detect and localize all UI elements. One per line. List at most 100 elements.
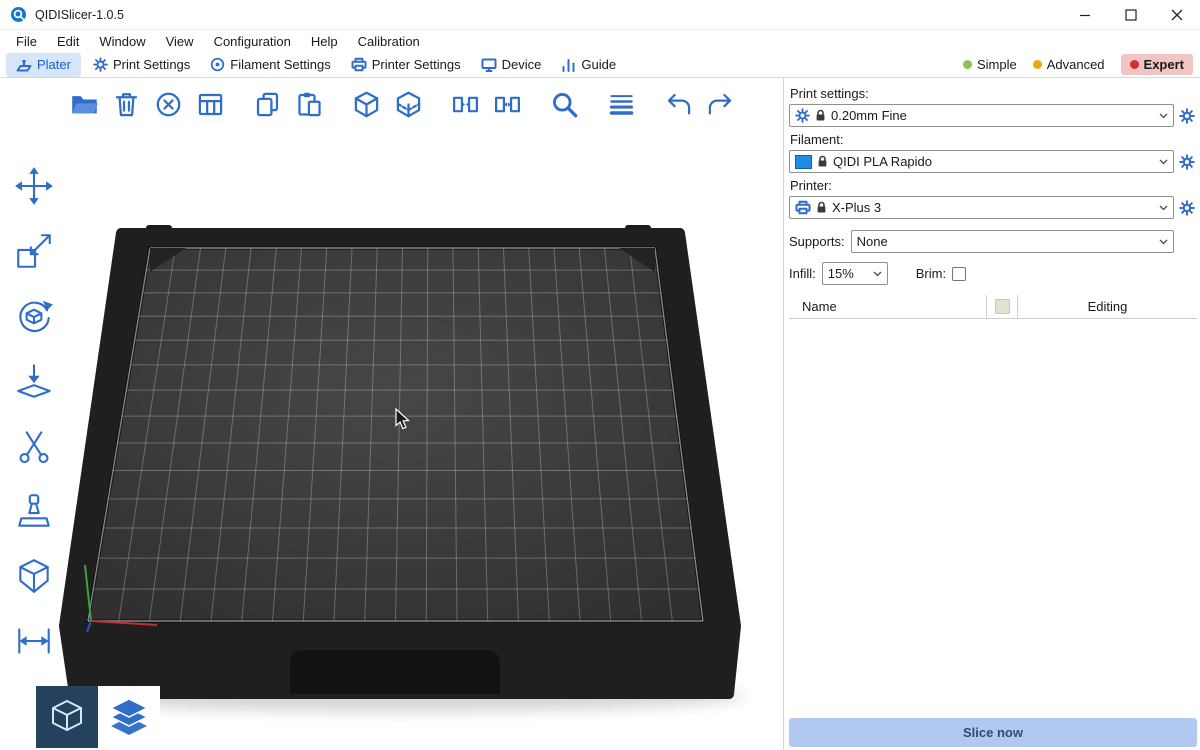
tab-print-settings[interactable]: Print Settings — [83, 53, 200, 77]
brim-label: Brim: — [916, 266, 946, 281]
rotate-tool-button[interactable] — [6, 288, 62, 344]
menu-edit[interactable]: Edit — [47, 30, 89, 52]
paste-button[interactable] — [291, 86, 327, 122]
device-monitor-icon — [481, 58, 497, 72]
plater-toolbar — [66, 86, 744, 122]
measure-icon — [13, 620, 55, 662]
rotate-icon — [13, 295, 55, 337]
copy-button[interactable] — [249, 86, 285, 122]
slice-now-button[interactable]: Slice now — [789, 718, 1197, 747]
scale-tool-button[interactable] — [6, 223, 62, 279]
move-icon — [13, 165, 55, 207]
open-folder-icon — [70, 90, 99, 119]
lock-icon — [815, 109, 826, 122]
mode-simple[interactable]: Simple — [963, 57, 1017, 72]
tab-plater[interactable]: Plater — [6, 53, 81, 77]
tab-guide-label: Guide — [581, 57, 616, 72]
remove-instance-button[interactable] — [489, 86, 525, 122]
variable-layer-height-button[interactable] — [603, 86, 639, 122]
editor-cube-icon — [47, 697, 87, 737]
tab-printer-settings[interactable]: Printer Settings — [341, 53, 471, 77]
mode-expert-label: Expert — [1144, 57, 1184, 72]
menu-help[interactable]: Help — [301, 30, 348, 52]
mode-advanced-label: Advanced — [1047, 57, 1105, 72]
menu-calibration[interactable]: Calibration — [348, 30, 430, 52]
print-settings-icon — [93, 57, 108, 72]
tab-guide[interactable]: Guide — [551, 53, 626, 77]
viewport-3d[interactable] — [0, 78, 783, 750]
redo-button[interactable] — [702, 86, 738, 122]
arrange-grid-icon — [196, 90, 225, 119]
maximize-button[interactable] — [1108, 0, 1154, 30]
cut-tool-button[interactable] — [6, 418, 62, 474]
mode-selector: Simple Advanced Expert — [963, 54, 1200, 75]
undo-button[interactable] — [660, 86, 696, 122]
3d-editor-view-button[interactable] — [36, 686, 98, 748]
filament-spool-icon — [210, 57, 225, 72]
print-settings-select[interactable]: 0.20mm Fine — [789, 104, 1174, 127]
menu-configuration[interactable]: Configuration — [204, 30, 301, 52]
place-on-face-icon — [13, 360, 55, 402]
printer-icon — [795, 200, 811, 215]
tab-filament-settings[interactable]: Filament Settings — [200, 53, 340, 77]
gear-icon — [1179, 200, 1195, 216]
mode-expert[interactable]: Expert — [1121, 54, 1193, 75]
support-painting-tool-button[interactable] — [6, 483, 62, 539]
menu-window[interactable]: Window — [89, 30, 155, 52]
measure-tool-button[interactable] — [6, 613, 62, 669]
tab-plater-label: Plater — [37, 57, 71, 72]
add-instance-button[interactable] — [447, 86, 483, 122]
preview-view-button[interactable] — [98, 686, 160, 748]
gear-icon — [795, 108, 810, 123]
lock-icon — [816, 201, 827, 214]
filament-select[interactable]: QIDI PLA Rapido — [789, 150, 1174, 173]
tab-device-label: Device — [502, 57, 542, 72]
print-settings-gear-button[interactable] — [1176, 105, 1197, 126]
search-button[interactable] — [546, 86, 582, 122]
close-button[interactable] — [1154, 0, 1200, 30]
expert-mode-dot-icon — [1130, 60, 1139, 69]
filament-label: Filament: — [790, 132, 1197, 147]
title-bar: QIDISlicer-1.0.5 — [0, 0, 1200, 30]
printer-gear-button[interactable] — [1176, 197, 1197, 218]
trash-icon — [112, 90, 141, 119]
menu-bar: File Edit Window View Configuration Help… — [0, 30, 1200, 52]
bed-surface — [88, 248, 703, 621]
remove-instance-icon — [493, 90, 522, 119]
infill-label: Infill: — [789, 266, 816, 281]
move-tool-button[interactable] — [6, 158, 62, 214]
cube-icon — [352, 90, 381, 119]
brim-checkbox[interactable] — [952, 267, 966, 281]
arrange-button[interactable] — [192, 86, 228, 122]
scale-icon — [13, 230, 55, 272]
infill-select[interactable]: 15% — [822, 262, 888, 285]
delete-button[interactable] — [108, 86, 144, 122]
layers-icon — [607, 90, 636, 119]
undo-icon — [664, 90, 693, 119]
menu-view[interactable]: View — [156, 30, 204, 52]
tab-device[interactable]: Device — [471, 53, 552, 77]
chevron-down-icon — [1159, 205, 1168, 211]
delete-all-button[interactable] — [150, 86, 186, 122]
filament-color-swatch — [795, 155, 812, 169]
printer-select[interactable]: X-Plus 3 — [789, 196, 1174, 219]
open-folder-button[interactable] — [66, 86, 102, 122]
split-to-objects-button[interactable] — [348, 86, 384, 122]
menu-file[interactable]: File — [6, 30, 47, 52]
minimize-icon — [1079, 9, 1091, 21]
place-on-face-tool-button[interactable] — [6, 353, 62, 409]
object-list-body[interactable] — [789, 319, 1197, 714]
bed-handle — [290, 650, 500, 694]
gizmo-toolbar — [6, 158, 62, 678]
filament-gear-button[interactable] — [1176, 151, 1197, 172]
settings-sidebar: Print settings: 0.20mm Fine Filament: QI… — [783, 78, 1200, 750]
mode-advanced[interactable]: Advanced — [1033, 57, 1105, 72]
window-title: QIDISlicer-1.0.5 — [35, 8, 124, 22]
tab-printer-settings-label: Printer Settings — [372, 57, 461, 72]
minimize-button[interactable] — [1062, 0, 1108, 30]
tab-print-settings-label: Print Settings — [113, 57, 190, 72]
seam-painting-tool-button[interactable] — [6, 548, 62, 604]
split-to-parts-button[interactable] — [390, 86, 426, 122]
object-list-header: Name Editing — [789, 295, 1197, 319]
supports-select[interactable]: None — [851, 230, 1174, 253]
